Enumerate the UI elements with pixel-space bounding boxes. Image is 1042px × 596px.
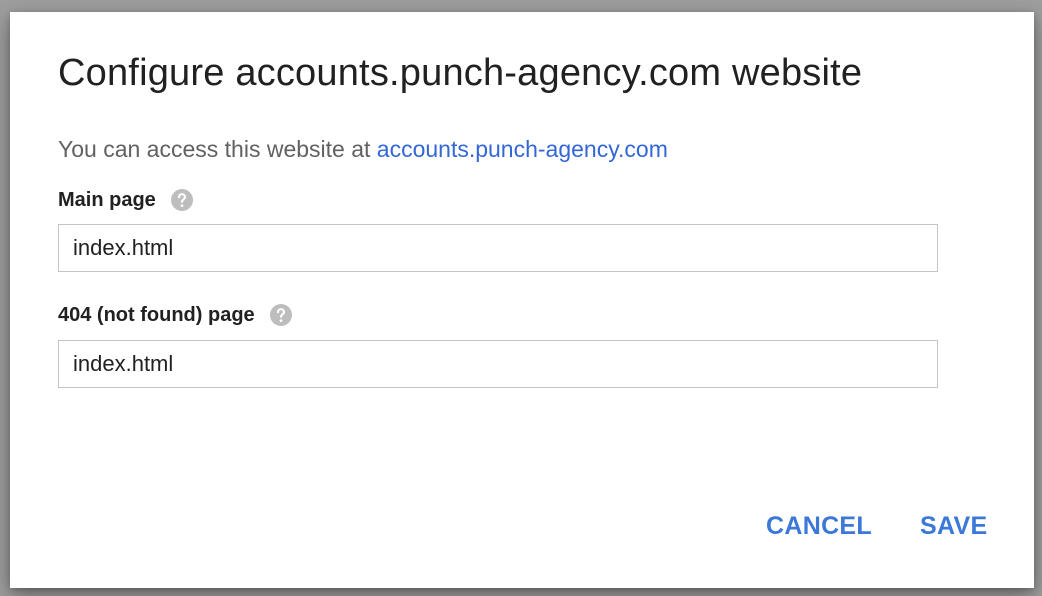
help-icon[interactable]	[269, 303, 293, 327]
website-link[interactable]: accounts.punch-agency.com	[377, 136, 668, 162]
help-icon[interactable]	[170, 188, 194, 212]
main-page-input[interactable]	[58, 224, 938, 272]
main-page-label-text: Main page	[58, 188, 156, 211]
cancel-button[interactable]: CANCEL	[760, 508, 878, 545]
not-found-page-input[interactable]	[58, 340, 938, 388]
not-found-page-label-text: 404 (not found) page	[58, 303, 255, 326]
not-found-page-label: 404 (not found) page	[58, 303, 293, 327]
dialog-title: Configure accounts.punch-agency.com webs…	[58, 52, 863, 94]
save-button[interactable]: SAVE	[914, 508, 993, 545]
configure-website-dialog: Configure accounts.punch-agency.com webs…	[10, 12, 1034, 588]
main-page-label: Main page	[58, 188, 194, 212]
access-info-text: You can access this website at	[58, 136, 377, 162]
access-info: You can access this website at accounts.…	[58, 136, 668, 163]
